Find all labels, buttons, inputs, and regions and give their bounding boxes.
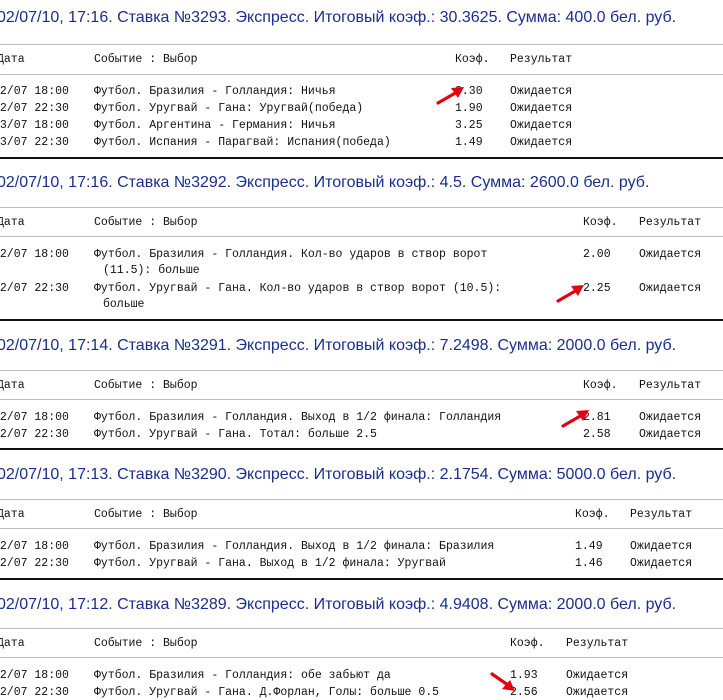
bet-title: 02/07/10, 17:12. Ставка №3289. Экспресс.…: [0, 596, 677, 613]
row-event: Футбол. Аргентина - Германия: Ничья: [94, 119, 336, 132]
row-coef: 2.25: [583, 282, 611, 295]
red-arrow-icon: [490, 672, 515, 691]
row-result: Ожидается: [566, 669, 629, 682]
red-arrow-icon: [561, 410, 589, 428]
row-event: Футбол. Бразилия - Голландия. Выход в 1/…: [94, 411, 502, 424]
row-result: Ожидается: [639, 411, 702, 424]
row-event: Футбол. Уругвай - Гана. Д.Форлан, Голы: …: [94, 686, 440, 699]
row-coef: 1.49: [575, 540, 603, 553]
divider: [0, 578, 723, 580]
divider: [0, 207, 723, 208]
header-date: Дата: [0, 53, 25, 66]
header-date: Дата: [0, 379, 25, 392]
row-coef: 2.00: [583, 248, 611, 261]
divider: [0, 657, 723, 658]
row-coef: 1.46: [575, 557, 603, 570]
row-result: Ожидается: [510, 136, 573, 149]
row-event: Футбол. Уругвай - Гана. Выход в 1/2 фина…: [94, 557, 446, 570]
row-date: 02/07 18:00: [0, 248, 69, 261]
row-event: Футбол. Бразилия - Голландия: Ничья: [94, 85, 336, 98]
header-result: Результат: [639, 216, 702, 229]
header-event: Событие : Выбор: [94, 637, 198, 650]
header-result: Результат: [566, 637, 629, 650]
divider: [0, 74, 723, 75]
bet-title: 02/07/10, 17:14. Ставка №3291. Экспресс.…: [0, 337, 677, 354]
row-date: 02/07 22:30: [0, 557, 69, 570]
header-event: Событие : Выбор: [94, 379, 198, 392]
red-arrow-icon: [436, 87, 464, 105]
red-arrow-icon: [556, 285, 584, 303]
divider: [0, 370, 723, 371]
row-event-cont: больше: [103, 298, 145, 311]
row-date: 02/07 18:00: [0, 669, 69, 682]
header-coef: Коэф.: [583, 379, 618, 392]
row-date: 02/07 18:00: [0, 540, 69, 553]
header-result: Результат: [630, 508, 693, 521]
divider: [0, 399, 723, 400]
row-date: 02/07 18:00: [0, 85, 69, 98]
row-event: Футбол. Бразилия - Голландия. Кол-во уда…: [94, 248, 488, 261]
row-coef: 3.25: [455, 119, 483, 132]
header-date: Дата: [0, 508, 25, 521]
divider: [0, 448, 723, 450]
divider: [0, 44, 723, 45]
header-coef: Коэф.: [510, 637, 545, 650]
row-date: 02/07 22:30: [0, 428, 69, 441]
divider: [0, 319, 723, 321]
row-result: Ожидается: [639, 248, 702, 261]
row-event: Футбол. Бразилия - Голландия. Выход в 1/…: [94, 540, 495, 553]
header-result: Результат: [510, 53, 573, 66]
header-date: Дата: [0, 216, 25, 229]
header-coef: Коэф.: [575, 508, 610, 521]
divider: [0, 499, 723, 500]
bet-title: 02/07/10, 17:13. Ставка №3290. Экспресс.…: [0, 466, 677, 483]
row-result: Ожидается: [510, 102, 573, 115]
row-date: 02/07 22:30: [0, 102, 69, 115]
divider: [0, 236, 723, 237]
header-event: Событие : Выбор: [94, 216, 198, 229]
divider: [0, 628, 723, 629]
header-event: Событие : Выбор: [94, 53, 198, 66]
row-result: Ожидается: [566, 686, 629, 699]
divider: [0, 528, 723, 529]
row-result: Ожидается: [630, 557, 693, 570]
row-event: Футбол. Уругвай - Гана: Уругвай(победа): [94, 102, 364, 115]
bet-title: 02/07/10, 17:16. Ставка №3292. Экспресс.…: [0, 174, 650, 191]
row-result: Ожидается: [510, 85, 573, 98]
row-date: 02/07 22:30: [0, 686, 69, 699]
divider: [0, 157, 723, 159]
row-date: 02/07 22:30: [0, 282, 69, 295]
row-result: Ожидается: [639, 282, 702, 295]
header-coef: Коэф.: [455, 53, 490, 66]
row-date: 02/07 18:00: [0, 411, 69, 424]
row-coef: 1.49: [455, 136, 483, 149]
row-result: Ожидается: [639, 428, 702, 441]
header-result: Результат: [639, 379, 702, 392]
row-event-cont: (11.5): больше: [103, 264, 200, 277]
row-event: Футбол. Уругвай - Гана. Тотал: больше 2.…: [94, 428, 377, 441]
row-date: 03/07 22:30: [0, 136, 69, 149]
header-event: Событие : Выбор: [94, 508, 198, 521]
bet-title: 02/07/10, 17:16. Ставка №3293. Экспресс.…: [0, 9, 677, 26]
row-event: Футбол. Уругвай - Гана. Кол-во ударов в …: [94, 282, 502, 295]
row-result: Ожидается: [510, 119, 573, 132]
row-result: Ожидается: [630, 540, 693, 553]
row-coef: 2.58: [583, 428, 611, 441]
header-date: Дата: [0, 637, 25, 650]
row-event: Футбол. Бразилия - Голландия: обе забьют…: [94, 669, 391, 682]
row-event: Футбол. Испания - Парагвай: Испания(побе…: [94, 136, 391, 149]
header-coef: Коэф.: [583, 216, 618, 229]
row-date: 03/07 18:00: [0, 119, 69, 132]
